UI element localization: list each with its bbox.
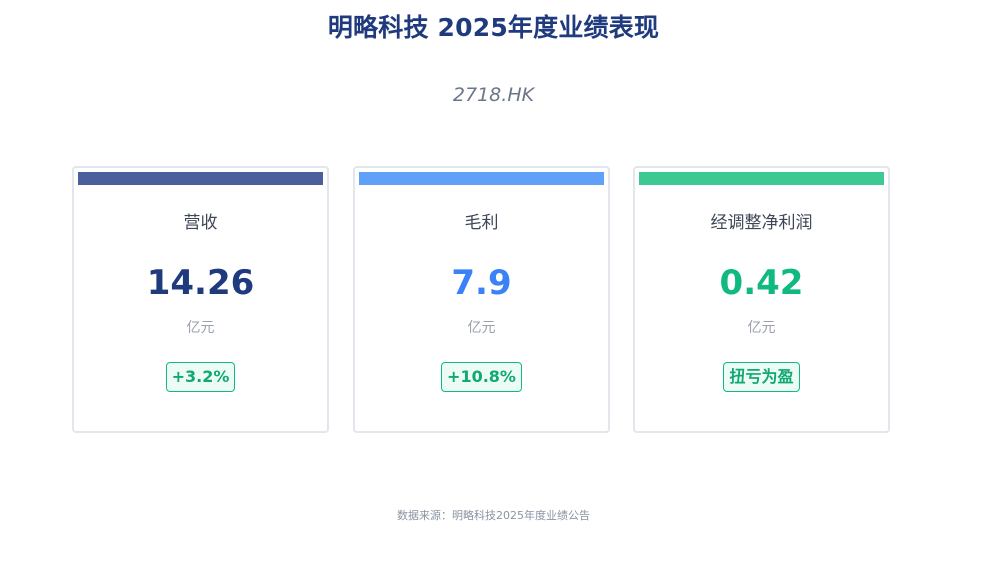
metric-value: 7.9 — [451, 263, 512, 303]
metric-card-revenue: 营收 14.26 亿元 +3.2% — [72, 166, 329, 433]
metric-unit: 亿元 — [186, 320, 215, 336]
metric-value: 0.42 — [719, 263, 804, 303]
metric-value: 14.26 — [146, 263, 255, 303]
card-accent-bar — [639, 172, 884, 185]
metric-label: 经调整净利润 — [710, 213, 813, 233]
card-accent-bar — [78, 172, 323, 185]
metric-unit: 亿元 — [467, 320, 496, 336]
change-badge: +10.8% — [441, 362, 522, 392]
metric-unit: 亿元 — [747, 320, 776, 336]
data-source-note: 数据来源：明略科技2025年度业绩公告 — [397, 509, 590, 522]
change-badge: 扭亏为盈 — [723, 362, 800, 392]
metric-label: 毛利 — [464, 213, 499, 233]
change-badge: +3.2% — [165, 362, 236, 392]
metric-label: 营收 — [183, 213, 218, 233]
page-title: 明略科技 2025年度业绩表现 — [327, 13, 660, 42]
metric-card-gross-profit: 毛利 7.9 亿元 +10.8% — [353, 166, 610, 433]
stock-ticker: 2718.HK — [452, 84, 535, 106]
card-accent-bar — [359, 172, 604, 185]
metric-card-adjusted-net-profit: 经调整净利润 0.42 亿元 扭亏为盈 — [633, 166, 890, 433]
